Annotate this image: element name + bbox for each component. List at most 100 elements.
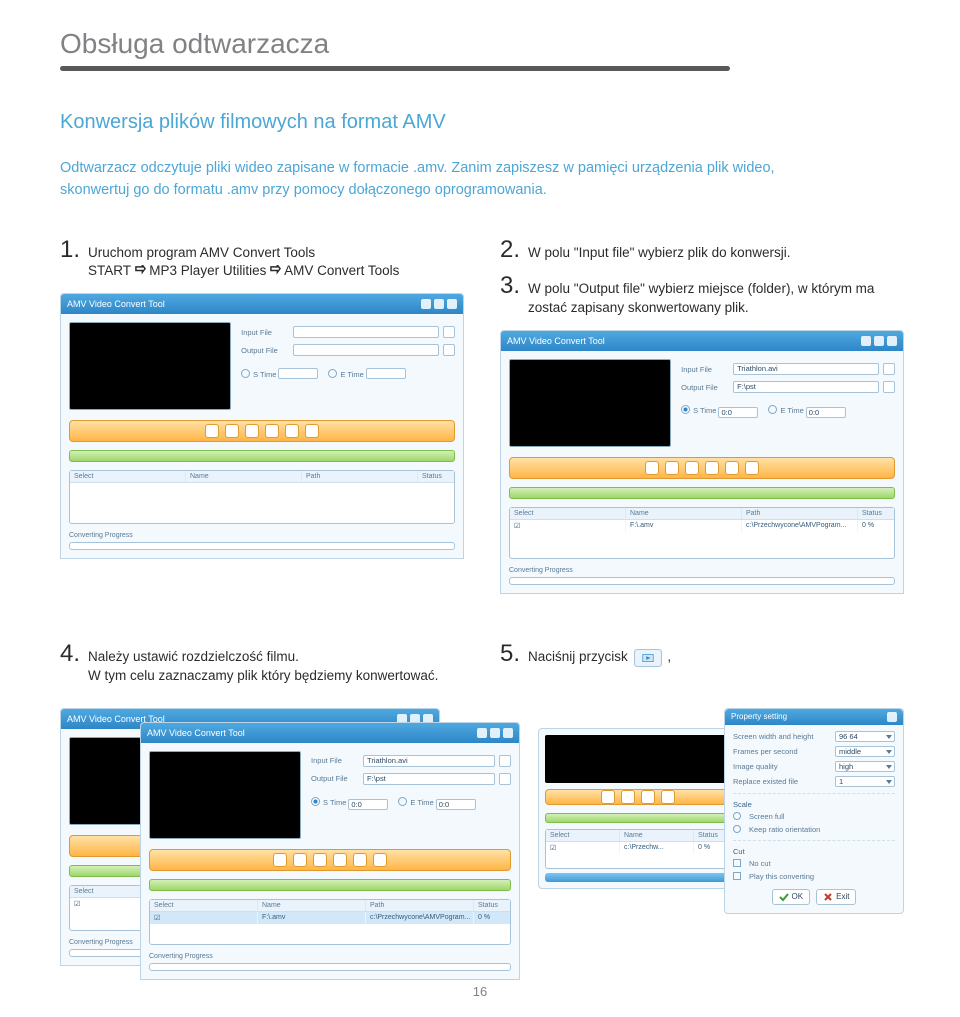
browse-input-button[interactable]: [499, 755, 511, 767]
timeline-bar[interactable]: [149, 879, 511, 891]
setting-row-resolution: Screen width and height 96 64: [733, 731, 895, 742]
stop-button[interactable]: [245, 424, 259, 438]
input-file-field[interactable]: Triathlon.avi: [363, 755, 495, 767]
minimize-icon[interactable]: [861, 336, 871, 346]
browse-output-button[interactable]: [883, 381, 895, 393]
help-button[interactable]: [305, 424, 319, 438]
play-button[interactable]: [273, 853, 287, 867]
output-file-field[interactable]: F:\pst: [363, 773, 495, 785]
play-button[interactable]: [205, 424, 219, 438]
time-row: S Time0:0 E Time0:0: [681, 405, 895, 418]
progress-bar: [149, 963, 511, 971]
cell-select[interactable]: ☑: [546, 842, 620, 854]
quality-select[interactable]: high: [835, 761, 895, 772]
minimize-icon[interactable]: [477, 728, 487, 738]
etime-radio[interactable]: [328, 369, 337, 378]
table-header: Select Name Path Status: [70, 471, 454, 483]
col-step-2-3: 2. W polu "Input file" wybierz plik do k…: [500, 238, 904, 595]
window-titlebar: AMV Video Convert Tool: [501, 331, 903, 351]
close-icon[interactable]: [887, 712, 897, 722]
cell-select[interactable]: ☑: [510, 520, 626, 532]
convert-button[interactable]: [705, 461, 719, 475]
setting-label-resolution: Screen width and height: [733, 732, 831, 741]
timeline-bar[interactable]: [69, 450, 455, 462]
stop-button[interactable]: [313, 853, 327, 867]
cut-play-checkbox[interactable]: [733, 872, 741, 880]
scale-full-label: Screen full: [749, 812, 895, 821]
resolution-select[interactable]: 96 64: [835, 731, 895, 742]
etime-field[interactable]: 0:0: [806, 407, 846, 418]
minimize-icon[interactable]: [421, 299, 431, 309]
stime-radio[interactable]: [241, 369, 250, 378]
close-icon[interactable]: [447, 299, 457, 309]
section-title: Obsługa odtwarzacza: [60, 28, 904, 60]
cell-select[interactable]: ☑: [150, 912, 258, 924]
step-5-text: Naciśnij przycisk ,: [528, 642, 671, 667]
table-row[interactable]: ☑ F:\.amv c:\Przechwycone\AMVPogram... 0…: [510, 520, 894, 532]
play-button[interactable]: [645, 461, 659, 475]
arrow-icon: [270, 263, 281, 278]
ok-button[interactable]: OK: [772, 889, 811, 905]
progress-label: Converting Progress: [509, 567, 573, 574]
stop-button[interactable]: [641, 790, 655, 804]
cut-nocut-checkbox[interactable]: [733, 859, 741, 867]
settings-button[interactable]: [353, 853, 367, 867]
close-icon[interactable]: [887, 336, 897, 346]
maximize-icon[interactable]: [874, 336, 884, 346]
converter-body: Input File Triathlon.avi Output File F:\…: [501, 351, 903, 593]
setting-row-quality: Image quality high: [733, 761, 895, 772]
output-file-field[interactable]: [293, 344, 439, 356]
input-file-label: Input File: [311, 756, 359, 765]
timeline-bar[interactable]: [545, 813, 731, 823]
output-file-row: Output File F:\pst: [681, 381, 895, 393]
settings-button[interactable]: [285, 424, 299, 438]
convert-button[interactable]: [265, 424, 279, 438]
input-file-field[interactable]: Triathlon.avi: [733, 363, 879, 375]
convert-button[interactable]: [661, 790, 675, 804]
help-button[interactable]: [373, 853, 387, 867]
etime-field[interactable]: [366, 368, 406, 379]
etime-field[interactable]: 0:0: [436, 799, 476, 810]
cancel-button[interactable]: Exit: [816, 889, 856, 905]
pause-button[interactable]: [293, 853, 307, 867]
scale-ratio-label: Keep ratio orientation: [749, 825, 895, 834]
stop-button[interactable]: [685, 461, 699, 475]
browse-input-button[interactable]: [443, 326, 455, 338]
stime-field[interactable]: 0:0: [348, 799, 388, 810]
stime-radio[interactable]: [311, 797, 320, 806]
stime-field[interactable]: [278, 368, 318, 379]
stime-radio[interactable]: [681, 405, 690, 414]
pause-button[interactable]: [621, 790, 635, 804]
pause-button[interactable]: [665, 461, 679, 475]
th-name: Name: [186, 471, 302, 482]
scale-full-radio[interactable]: [733, 812, 741, 820]
col-step-1: 1. Uruchom program AMV Convert Tools STA…: [60, 238, 464, 595]
maximize-icon[interactable]: [490, 728, 500, 738]
play-button[interactable]: [601, 790, 615, 804]
browse-output-button[interactable]: [499, 773, 511, 785]
etime-radio[interactable]: [768, 405, 777, 414]
stime-field[interactable]: 0:0: [718, 407, 758, 418]
table-row[interactable]: ☑c:\Przechw...0 %: [546, 842, 730, 854]
close-icon[interactable]: [503, 728, 513, 738]
browse-output-button[interactable]: [443, 344, 455, 356]
scale-ratio-radio[interactable]: [733, 825, 741, 833]
table-row[interactable]: ☑F:\.amvc:\Przechwycone\AMVPogram...0 %: [150, 912, 510, 924]
settings-button[interactable]: [725, 461, 739, 475]
fps-select[interactable]: middle: [835, 746, 895, 757]
replace-select[interactable]: 1: [835, 776, 895, 787]
maximize-icon[interactable]: [434, 299, 444, 309]
browse-input-button[interactable]: [883, 363, 895, 375]
col-step-5: 5. Naciśnij przycisk ,: [500, 642, 904, 698]
step-5-text-a: Naciśnij przycisk: [528, 649, 628, 664]
help-button[interactable]: [745, 461, 759, 475]
video-preview: [69, 322, 231, 410]
convert-button[interactable]: [333, 853, 347, 867]
output-file-field[interactable]: F:\pst: [733, 381, 879, 393]
input-file-field[interactable]: [293, 326, 439, 338]
cell-name: F:\.amv: [626, 520, 742, 532]
cut-nocut-label: No cut: [749, 859, 895, 868]
pause-button[interactable]: [225, 424, 239, 438]
timeline-bar[interactable]: [509, 487, 895, 499]
etime-radio[interactable]: [398, 797, 407, 806]
